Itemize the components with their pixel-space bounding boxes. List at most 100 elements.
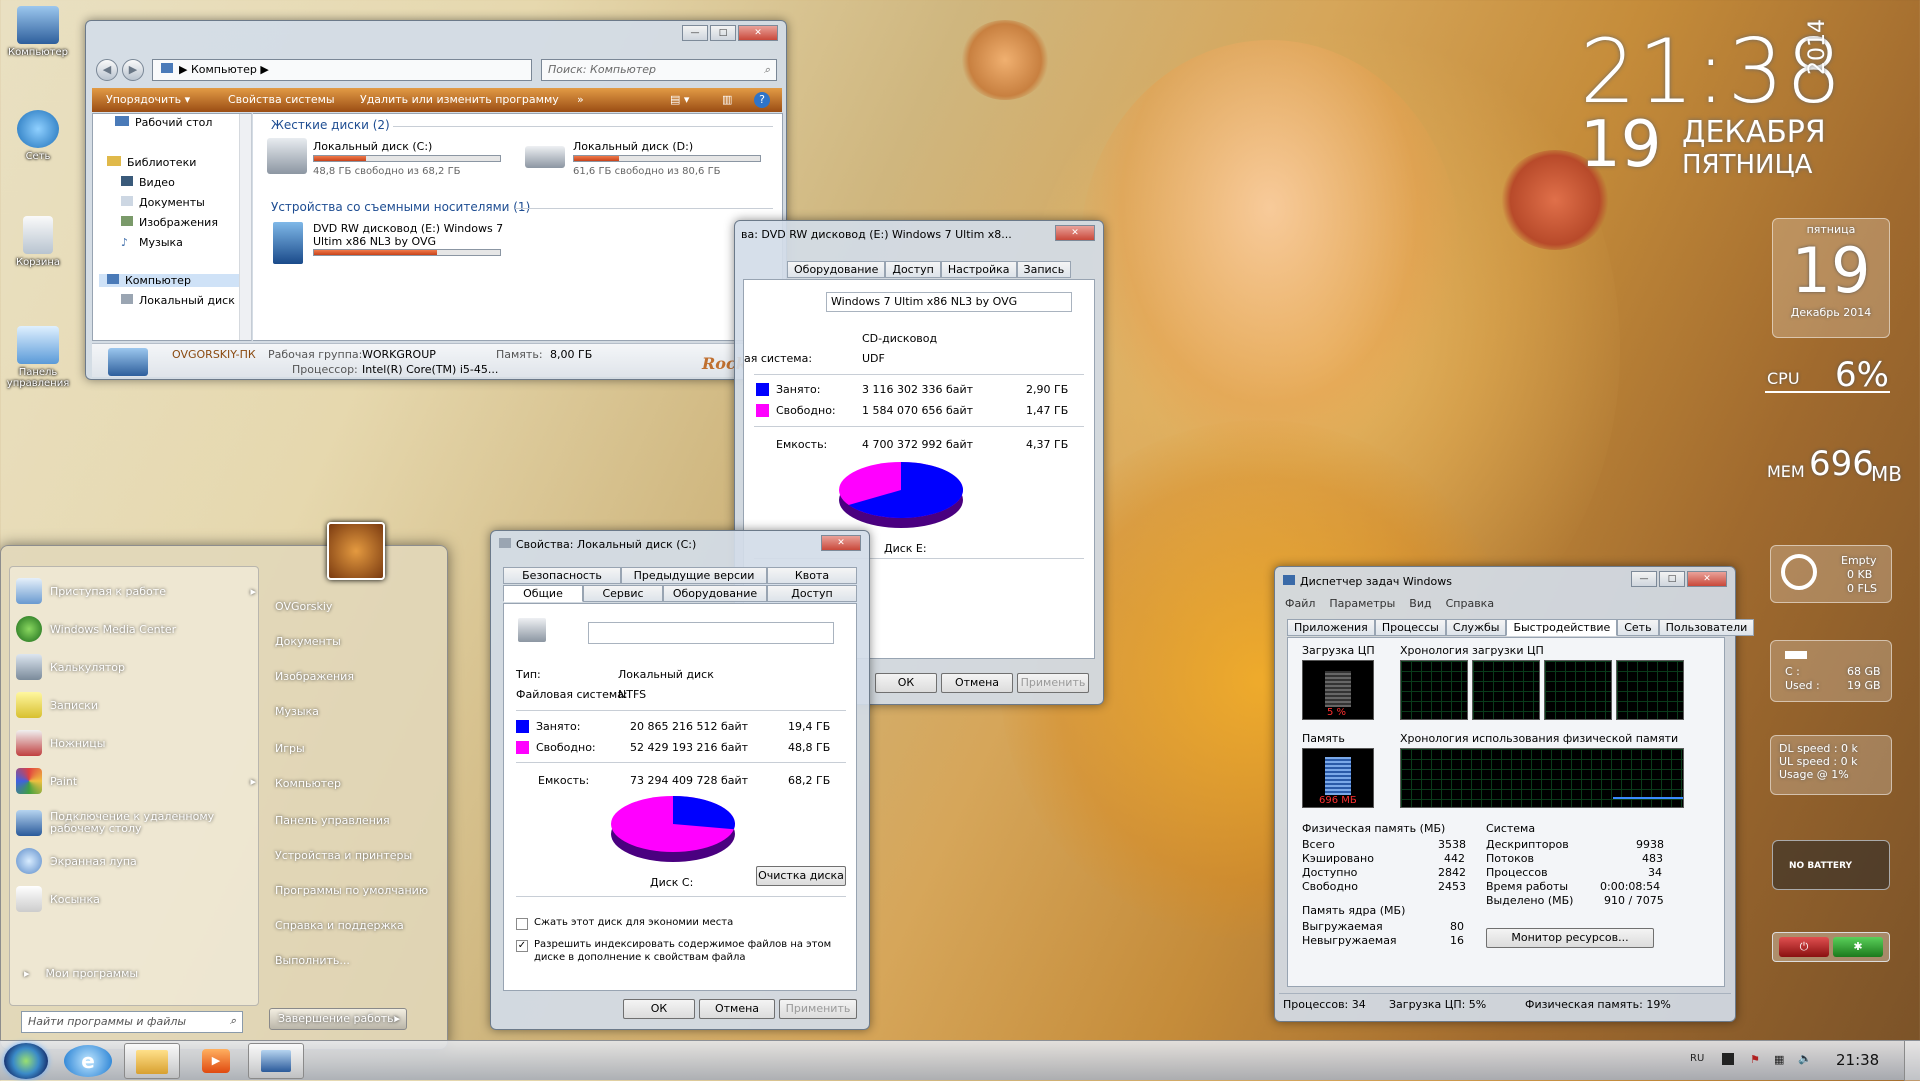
nav-item-computer[interactable]: Компьютер (99, 274, 239, 287)
program-media-center[interactable]: Windows Media Center (16, 613, 256, 645)
cancel-button[interactable]: Отмена (941, 673, 1013, 693)
network-tray-icon[interactable]: ▦ (1774, 1053, 1784, 1066)
start-item-music[interactable]: Музыка (275, 705, 319, 718)
cancel-button[interactable]: Отмена (699, 999, 775, 1019)
flag-icon[interactable]: ⚑ (1750, 1053, 1760, 1066)
index-checkbox[interactable]: ✓ (516, 940, 528, 952)
internet-explorer-icon[interactable]: e (64, 1045, 112, 1077)
nav-item-pictures[interactable]: Изображения (121, 216, 218, 229)
tab-hardware[interactable]: Оборудование (663, 585, 767, 602)
nav-item-video[interactable]: Видео (121, 176, 175, 189)
menu-help[interactable]: Справка (1446, 597, 1494, 610)
shutdown-button[interactable]: Завершение работы ▸ (269, 1008, 407, 1030)
program-calculator[interactable]: Калькулятор (16, 651, 256, 683)
tab-users[interactable]: Пользователи (1658, 619, 1755, 636)
tab-services[interactable]: Службы (1445, 619, 1507, 636)
tab-processes[interactable]: Процессы (1374, 619, 1446, 636)
recycle-gadget[interactable]: Empty 0 KB 0 FLS (1770, 545, 1892, 603)
tab-performance[interactable]: Быстродействие (1506, 619, 1618, 636)
search-input[interactable]: Поиск: Компьютер ⌕ (541, 59, 777, 81)
preview-pane-icon[interactable]: ▥ (722, 93, 732, 106)
start-item-default-programs[interactable]: Программы по умолчанию (275, 884, 428, 897)
dvd-name-line1[interactable]: DVD RW дисковод (E:) Windows 7 (313, 222, 503, 235)
back-button[interactable]: ◀ (96, 59, 118, 81)
arrow-right-icon[interactable]: ▸ (394, 1012, 400, 1025)
close-button[interactable]: ✕ (738, 25, 778, 41)
start-item-computer[interactable]: Компьютер (275, 777, 341, 790)
volume-icon[interactable]: 🔈 (1798, 1052, 1812, 1065)
ok-button[interactable]: ОК (623, 999, 695, 1019)
close-button[interactable]: ✕ (821, 535, 861, 551)
drive-c-name[interactable]: Локальный диск (C:) (313, 140, 432, 153)
program-getting-started[interactable]: Приступая к работе ▸ (16, 575, 256, 607)
view-options-icon[interactable]: ▤ ▾ (670, 93, 689, 106)
shutdown-icon[interactable]: ⏻ (1779, 937, 1829, 957)
minimize-button[interactable]: — (682, 25, 708, 41)
more-button[interactable]: » (577, 93, 584, 106)
resource-monitor-button[interactable]: Монитор ресурсов... (1486, 928, 1654, 948)
show-desktop-button[interactable] (1904, 1041, 1920, 1081)
organize-button[interactable]: Упорядочить ▾ (106, 93, 190, 106)
action-center-icon[interactable] (1722, 1053, 1734, 1065)
start-item-games[interactable]: Игры (275, 742, 305, 755)
nav-item-documents[interactable]: Документы (121, 196, 205, 209)
menu-options[interactable]: Параметры (1329, 597, 1395, 610)
start-item-devices-printers[interactable]: Устройства и принтеры (275, 849, 412, 862)
system-properties-button[interactable]: Свойства системы (228, 93, 335, 106)
program-remote-desktop[interactable]: Подключение к удаленному рабочему столу (16, 805, 256, 841)
apply-button[interactable]: Применить (1017, 673, 1089, 693)
start-search-input[interactable]: Найти программы и файлы ⌕ (21, 1011, 243, 1033)
address-bar[interactable]: ▶ Компьютер ▶ (152, 59, 532, 81)
drive-d-name[interactable]: Локальный диск (D:) (573, 140, 693, 153)
program-solitaire[interactable]: Косынка (16, 883, 256, 915)
program-paint[interactable]: Paint ▸ (16, 765, 256, 797)
restart-icon[interactable]: ✱ (1833, 937, 1883, 957)
desktop-icon-network[interactable]: Сеть (6, 110, 70, 162)
forward-button[interactable]: ▶ (122, 59, 144, 81)
nav-item-local-disk[interactable]: Локальный диск (121, 294, 235, 307)
tab-customize[interactable]: Настройка (940, 261, 1017, 278)
tab-hardware[interactable]: Оборудование (787, 261, 886, 278)
dvd-label-field[interactable]: Windows 7 Ultim x86 NL3 by OVG (826, 292, 1072, 312)
tab-general[interactable]: Общие (503, 585, 583, 602)
tab-networking[interactable]: Сеть (1617, 619, 1659, 636)
close-button[interactable]: ✕ (1687, 571, 1727, 587)
close-button[interactable]: ✕ (1055, 225, 1095, 241)
user-avatar[interactable] (327, 522, 385, 580)
task-manager-taskbar-button[interactable] (248, 1043, 304, 1079)
nav-item-music[interactable]: ♪ Музыка (121, 236, 183, 249)
start-item-pictures[interactable]: Изображения (275, 670, 354, 683)
tab-tools[interactable]: Сервис (583, 585, 663, 602)
disk-cleanup-button[interactable]: Очистка диска (756, 866, 846, 886)
start-item-user[interactable]: OVGorskiy (275, 600, 332, 613)
language-indicator[interactable]: RU (1690, 1053, 1704, 1064)
tab-security[interactable]: Безопасность (503, 567, 621, 584)
tab-previous-versions[interactable]: Предыдущие версии (621, 567, 767, 584)
maximize-button[interactable]: □ (1659, 571, 1685, 587)
tab-recording[interactable]: Запись (1016, 261, 1072, 278)
tab-quota[interactable]: Квота (767, 567, 857, 584)
program-sticky-notes[interactable]: Записки (16, 689, 256, 721)
tab-sharing[interactable]: Доступ (885, 261, 941, 278)
tab-applications[interactable]: Приложения (1287, 619, 1375, 636)
hdd-group-header[interactable]: Жесткие диски (2) (271, 118, 390, 132)
help-icon[interactable]: ? (754, 92, 770, 108)
maximize-button[interactable]: □ (710, 25, 736, 41)
desktop-icon-computer[interactable]: Компьютер (6, 6, 70, 58)
menu-file[interactable]: Файл (1285, 597, 1315, 610)
compress-checkbox[interactable] (516, 918, 528, 930)
explorer-taskbar-button[interactable] (124, 1043, 180, 1079)
dvd-name-line2[interactable]: Ultim x86 NL3 by OVG (313, 235, 436, 248)
tab-sharing[interactable]: Доступ (767, 585, 857, 602)
program-snipping-tool[interactable]: Ножницы (16, 727, 256, 759)
start-item-run[interactable]: Выполнить... (275, 954, 350, 967)
apply-button[interactable]: Применить (779, 999, 857, 1019)
nav-item-desktop[interactable]: Рабочий стол (115, 116, 212, 129)
minimize-button[interactable]: — (1631, 571, 1657, 587)
nav-scrollbar[interactable] (239, 114, 251, 340)
uninstall-program-button[interactable]: Удалить или изменить программу (360, 93, 559, 106)
start-item-control-panel[interactable]: Панель управления (275, 814, 390, 827)
all-programs[interactable]: ▸ Мои программы (16, 961, 256, 985)
removable-group-header[interactable]: Устройства со съемными носителями (1) (271, 200, 530, 214)
menu-view[interactable]: Вид (1409, 597, 1431, 610)
